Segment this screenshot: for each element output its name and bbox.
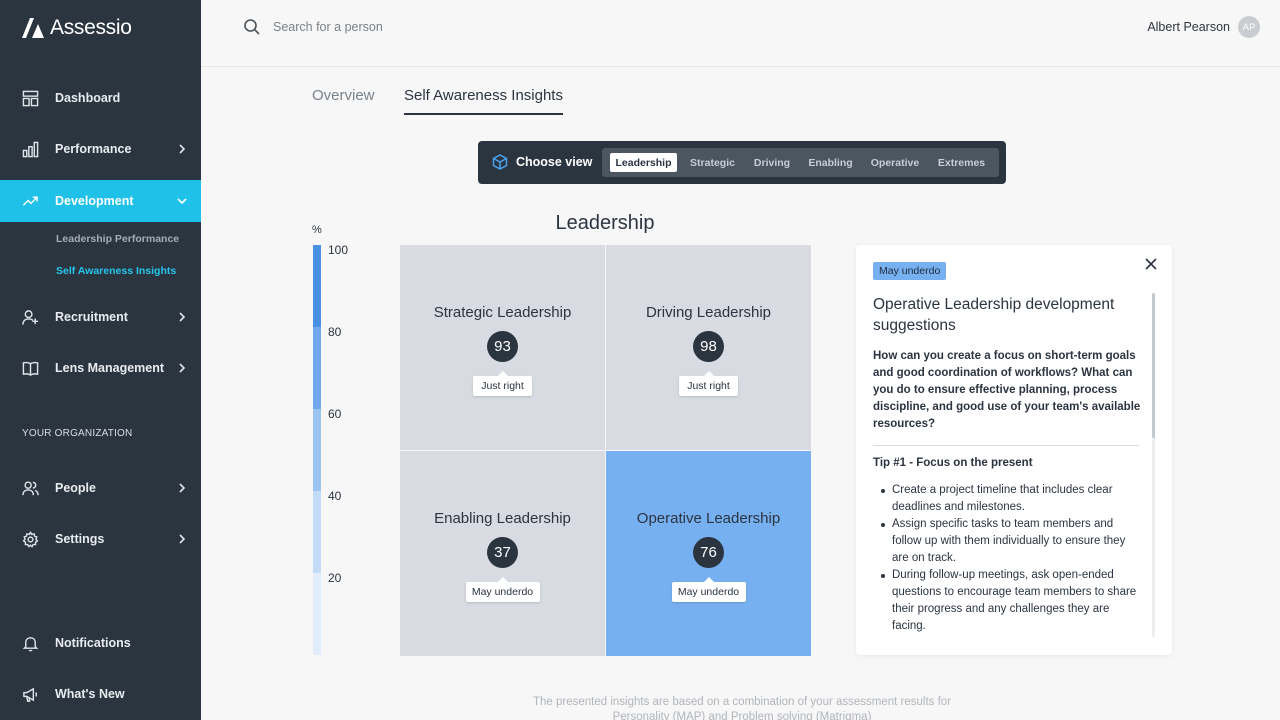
- sidebar-item-development[interactable]: Development: [0, 180, 201, 222]
- sidebar-item-settings[interactable]: Settings: [0, 518, 201, 560]
- quadrant-title: Driving Leadership: [645, 304, 772, 321]
- sidebar-item-label: Settings: [55, 532, 105, 546]
- scale-unit-label: %: [312, 224, 322, 236]
- quadrant-title: Enabling Leadership: [434, 510, 571, 527]
- chart-title: Leadership: [555, 212, 655, 234]
- tab-overview[interactable]: Overview: [312, 87, 375, 104]
- scrollbar-thumb[interactable]: [1152, 293, 1155, 438]
- user-plus-icon: [22, 309, 39, 326]
- scale-segment: [313, 245, 321, 327]
- divider: [873, 445, 1139, 446]
- top-header: Albert Pearson AP: [201, 0, 1280, 67]
- assessio-logo[interactable]: Assessio: [22, 16, 132, 40]
- close-icon[interactable]: [1144, 257, 1158, 271]
- quadrant-score: 76: [693, 537, 724, 568]
- view-option-enabling[interactable]: Enabling: [801, 153, 860, 172]
- gear-icon: [22, 530, 39, 548]
- cube-icon: [492, 154, 508, 170]
- quadrant-label-badge: Just right: [679, 371, 738, 396]
- view-segmented-control: Leadership Strategic Driving Enabling Op…: [602, 148, 999, 177]
- tip-title: Tip #1 - Focus on the present: [873, 457, 1033, 469]
- tip-item: During follow-up meetings, ask open-ende…: [873, 567, 1141, 635]
- search-icon[interactable]: [243, 18, 261, 36]
- megaphone-icon: [22, 686, 39, 703]
- chevron-right-icon: [177, 143, 187, 154]
- chevron-right-icon: [177, 533, 187, 544]
- scale-segment: [313, 409, 321, 491]
- quadrant-enabling-leadership[interactable]: Enabling Leadership 37 May underdo: [400, 451, 605, 656]
- bell-icon: [22, 635, 39, 652]
- scale-segment: [313, 491, 321, 573]
- search-input[interactable]: [273, 17, 573, 37]
- chevron-right-icon: [177, 362, 187, 373]
- sidebar-item-label: Performance: [55, 142, 132, 156]
- scale-tick-label: 100: [328, 243, 349, 257]
- quadrant-score: 93: [487, 331, 518, 362]
- app-name: Assessio: [50, 16, 132, 39]
- quadrant-driving-leadership[interactable]: Driving Leadership 98 Just right: [606, 245, 811, 450]
- sidebar: Assessio Dashboard Performance Developme…: [0, 0, 201, 720]
- view-option-strategic[interactable]: Strategic: [682, 153, 743, 172]
- scale-tick-label: 20: [328, 571, 342, 585]
- sidebar-item-label: People: [55, 481, 96, 495]
- view-option-operative[interactable]: Operative: [865, 153, 925, 172]
- scale-tick-label: 40: [328, 489, 342, 503]
- percentage-scale-bar: [313, 245, 321, 655]
- quadrant-label-badge: May underdo: [671, 577, 746, 602]
- scale-segment: [313, 573, 321, 655]
- scale-tick-label: 60: [328, 407, 342, 421]
- sidebar-item-label: Notifications: [55, 636, 131, 650]
- quadrant-strategic-leadership[interactable]: Strategic Leadership 93 Just right: [400, 245, 605, 450]
- sidebar-item-label: Dashboard: [55, 91, 121, 105]
- tip-item: Assign specific tasks to team members an…: [873, 516, 1141, 567]
- users-icon: [22, 480, 39, 497]
- suggestion-panel: May underdo Operative Leadership develop…: [856, 245, 1172, 655]
- quadrant-title: Strategic Leadership: [433, 304, 572, 321]
- bar-chart-icon: [22, 141, 39, 158]
- sidebar-item-whats-new[interactable]: What's New: [0, 673, 201, 715]
- view-option-driving[interactable]: Driving: [748, 153, 796, 172]
- dashboard-icon: [22, 90, 39, 107]
- sidebar-item-label: Development: [55, 194, 134, 208]
- sidebar-item-label: Lens Management: [55, 361, 165, 375]
- sidebar-item-notifications[interactable]: Notifications: [0, 622, 201, 664]
- sidebar-item-lens-management[interactable]: Lens Management: [0, 347, 201, 389]
- scale-tick-label: 80: [328, 325, 342, 339]
- sidebar-item-recruitment[interactable]: Recruitment: [0, 296, 201, 338]
- tip-list: Create a project timeline that includes …: [873, 482, 1141, 635]
- view-option-extremes[interactable]: Extremes: [930, 153, 993, 172]
- quadrant-score: 98: [693, 331, 724, 362]
- status-badge: May underdo: [873, 262, 947, 280]
- sidebar-item-performance[interactable]: Performance: [0, 128, 201, 170]
- trending-up-icon: [22, 193, 39, 210]
- quadrant-label-badge: May underdo: [465, 577, 540, 602]
- panel-question: How can you create a focus on short-term…: [873, 350, 1141, 430]
- view-option-leadership[interactable]: Leadership: [610, 153, 677, 172]
- quadrant-score: 37: [487, 537, 518, 568]
- scale-segment: [313, 327, 321, 409]
- sidebar-item-label: Recruitment: [55, 310, 128, 324]
- sidebar-item-dashboard[interactable]: Dashboard: [0, 77, 201, 119]
- section-label-organization: YOUR ORGANIZATION: [22, 428, 133, 439]
- view-selector: Choose view Leadership Strategic Driving…: [478, 141, 1006, 184]
- sidebar-item-people[interactable]: People: [0, 467, 201, 509]
- chevron-right-icon: [177, 311, 187, 322]
- tip-item: Create a project timeline that includes …: [873, 482, 1141, 516]
- avatar[interactable]: AP: [1238, 16, 1260, 38]
- quadrant-title: Operative Leadership: [636, 510, 781, 527]
- panel-title: Operative Leadership development suggest…: [873, 296, 1115, 334]
- sidebar-item-label: What's New: [55, 687, 125, 701]
- quadrant-operative-leadership[interactable]: Operative Leadership 76 May underdo: [606, 451, 811, 656]
- view-selector-label: Choose view: [516, 155, 593, 169]
- user-name[interactable]: Albert Pearson: [1147, 20, 1230, 34]
- sidebar-subitem-leadership-performance[interactable]: Leadership Performance: [56, 233, 179, 245]
- footnote: The presented insights are based on a co…: [532, 696, 952, 720]
- tab-self-awareness-insights[interactable]: Self Awareness Insights: [404, 87, 563, 115]
- sidebar-subitem-self-awareness-insights[interactable]: Self Awareness Insights: [56, 265, 176, 277]
- chevron-down-icon: [177, 195, 187, 205]
- quadrant-label-badge: Just right: [473, 371, 532, 396]
- book-icon: [22, 360, 39, 377]
- assessio-logo-icon: [22, 18, 44, 38]
- chevron-right-icon: [177, 482, 187, 493]
